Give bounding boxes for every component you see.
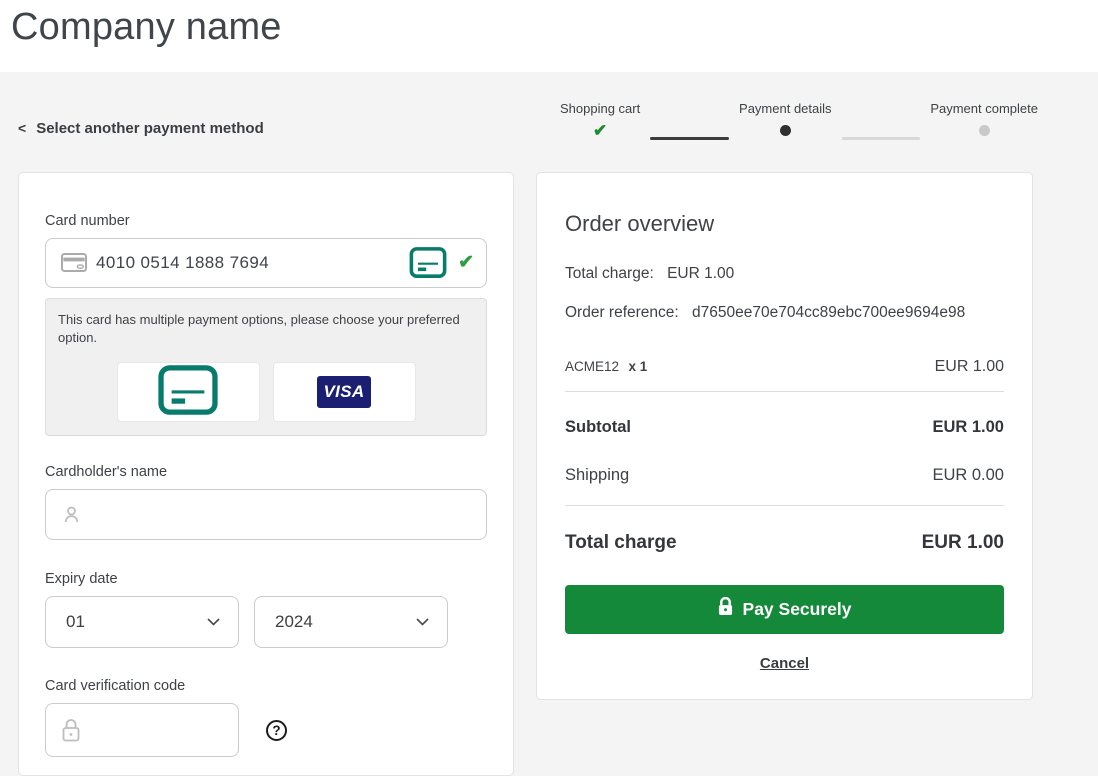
expiry-year-select[interactable]: 2024 [254,596,448,648]
notice-text: This card has multiple payment options, … [58,311,460,345]
expiry-month-value: 01 [66,612,85,631]
cardholder-name-input[interactable] [45,489,487,540]
back-to-payment-methods-link[interactable]: < Select another payment method [18,120,264,137]
total-charge-summary-value: EUR 1.00 [667,264,735,282]
merchant-title: Company name [11,6,282,48]
expiry-month-select[interactable]: 01 [45,596,239,648]
order-item-amount: EUR 1.00 [934,357,1004,375]
total-charge-value: EUR 1.00 [921,531,1004,553]
order-item-row: ACME12 x 1 EUR 1.00 [565,358,1004,392]
subtotal-row: Subtotal EUR 1.00 [565,418,1004,437]
pay-securely-button[interactable]: Pay Securely [565,584,1004,634]
step-upcoming-dot-icon [978,122,990,140]
cancel-link-wrap: Cancel [565,655,1004,673]
order-item-name-qty: ACME12 x 1 [565,358,647,376]
content-columns: Card number 4010 0514 1888 7694 ✔ This c… [0,171,1098,776]
total-charge-summary-label: Total charge: [565,264,654,282]
chevron-down-icon [416,613,429,631]
page-header: Company name [0,0,1098,72]
shipping-row: Shipping EUR 0.00 [565,466,1004,506]
person-icon [61,504,82,525]
shipping-value: EUR 0.00 [932,465,1004,484]
cvc-help-icon[interactable]: ? [266,719,287,741]
lock-icon [61,718,81,743]
checkout-page: Company name < Select another payment me… [0,0,1098,776]
payment-option-row: VISA [58,362,474,422]
cvc-field[interactable] [90,720,226,740]
step-label: Payment details [739,100,832,116]
stepper-line-done [650,136,730,140]
shipping-label: Shipping [565,465,630,484]
card-number-input[interactable]: ✔ [45,237,487,288]
payment-form-card: Card number 4010 0514 1888 7694 ✔ This c… [18,171,514,776]
bankaxept-card-icon [156,364,220,421]
step-payment-details: Payment details [739,101,832,140]
cardholder-name-field[interactable] [91,504,474,525]
order-overview-title: Order overview [565,210,715,236]
card-number-field[interactable] [96,252,402,273]
order-reference-value: d7650ee70e704cc89ebc700ee9694e98 [692,303,966,321]
step-label: Payment complete [930,100,1038,116]
card-valid-check-icon: ✔ [458,252,474,274]
expiry-year-value: 2024 [275,612,313,631]
chevron-down-icon [207,613,220,631]
cancel-link[interactable]: Cancel [760,655,809,672]
order-overview-card: Order overview Total charge: EUR 1.00 Or… [536,171,1033,700]
back-link-label: Select another payment method [36,119,264,137]
subtotal-label: Subtotal [565,417,631,436]
stepper-line-todo [841,136,921,140]
step-payment-complete: Payment complete [930,101,1038,140]
total-charge-summary: Total charge: EUR 1.00 [565,265,1004,283]
checkout-stepper: Shopping cart ✔ Payment details Payment … [560,101,1038,140]
main-area: < Select another payment method Shopping… [0,71,1098,776]
expiry-selects: 01 2024 [45,596,487,648]
credit-card-icon [61,253,87,273]
total-charge-row: Total charge EUR 1.00 [565,532,1004,554]
back-chevron-icon: < [18,119,27,136]
cvc-row: ? [45,703,487,757]
cvc-label: Card verification code [45,678,186,694]
order-reference-label: Order reference: [565,303,679,321]
step-label: Shopping cart [560,100,641,116]
step-shopping-cart: Shopping cart ✔ [560,101,640,140]
option-visa-button[interactable]: VISA [272,362,416,422]
visa-logo-icon: VISA [317,376,371,408]
order-item-name: ACME12 [565,358,620,374]
expiry-date-label: Expiry date [45,571,118,587]
card-number-label: Card number [45,212,130,229]
step-complete-check-icon: ✔ [592,121,608,141]
multiple-options-notice: This card has multiple payment options, … [45,297,487,436]
cvc-input[interactable] [45,703,239,757]
order-reference-line: Order reference: d7650ee70e704cc89ebc700… [565,304,1004,322]
order-item-qty: x 1 [628,358,648,374]
detected-card-brand-icon [409,246,447,279]
cardholder-name-label: Cardholder's name [45,464,168,480]
subtotal-value: EUR 1.00 [932,417,1004,436]
pay-button-label: Pay Securely [742,598,852,619]
pay-lock-icon [718,596,733,621]
step-active-dot-icon [779,122,791,140]
toolbar: < Select another payment method Shopping… [0,72,1098,140]
total-charge-label: Total charge [565,531,677,553]
option-bankaxept-button[interactable] [116,362,260,422]
